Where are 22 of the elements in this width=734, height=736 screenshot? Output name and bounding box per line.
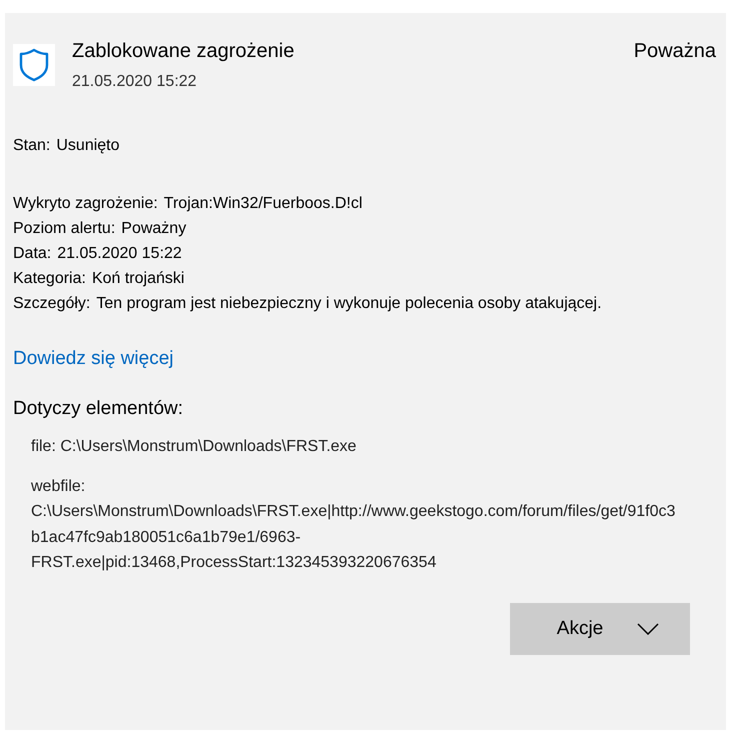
detail-label: Data: <box>13 244 52 264</box>
status-value: Usunięto <box>56 136 120 156</box>
learn-more-link[interactable]: Dowiedz się więcej <box>13 348 174 370</box>
shield-icon <box>13 44 55 86</box>
detail-label: Szczegóły: <box>13 294 90 314</box>
detail-label: Kategoria: <box>13 269 86 289</box>
threat-date: 21.05.2020 15:22 <box>72 73 198 91</box>
affected-item: webfile: C:\Users\Monstrum\Downloads\FRST.exe|http://www.geekstogo.com/forum/files/get/91f0c3b1ac47fc9ab180051c6a1b79e1/6963-FRST.exe|pid:13468,ProcessStart:132345393220676354 <box>31 476 676 573</box>
affected-heading: Dotyczy elementów: <box>13 398 184 420</box>
severity-label: Poważna <box>634 40 716 63</box>
detail-value: Trojan:Win32/Fuerboos.D!cl <box>164 194 362 214</box>
detail-value: Ten program jest niebezpieczny i wykonuje polecenia osoby atakującej. <box>96 294 602 314</box>
detail-label: Wykryto zagrożenie: <box>13 194 158 214</box>
detail-label: Poziom alertu: <box>13 219 116 239</box>
detail-value: Koń trojański <box>92 269 184 289</box>
chevron-down-icon <box>637 622 660 634</box>
status-label: Stan: <box>13 136 50 156</box>
detail-value: Poważny <box>121 219 186 239</box>
detail-value: 21.05.2020 15:22 <box>57 244 182 264</box>
threat-title: Zablokowane zagrożenie <box>72 40 296 63</box>
actions-button[interactable]: Akcje <box>510 602 690 654</box>
affected-item: file: C:\Users\Monstrum\Downloads\FRST.exe <box>31 437 358 457</box>
